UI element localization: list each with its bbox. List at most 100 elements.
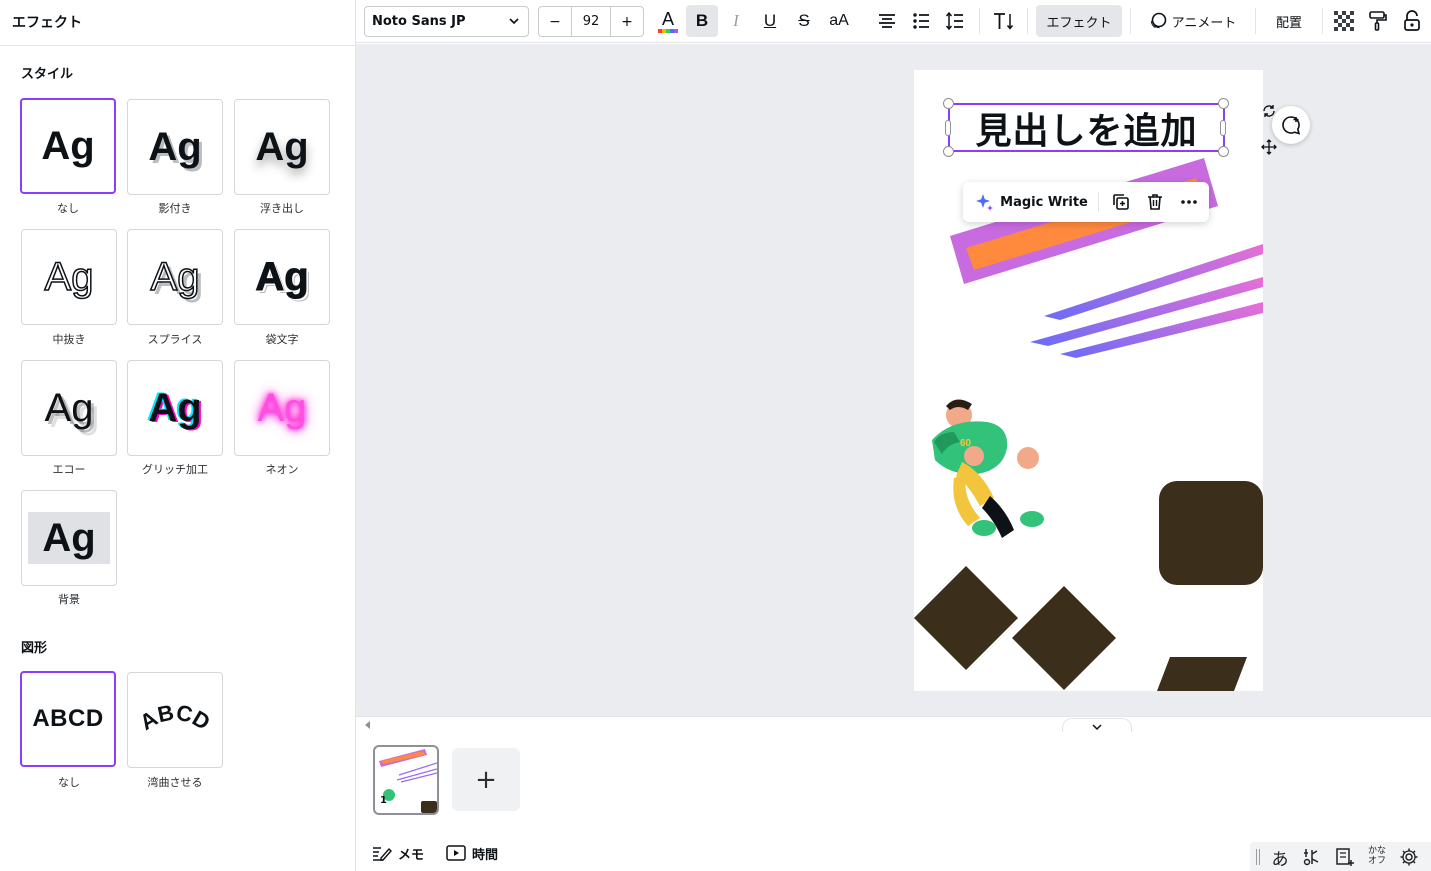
style-tile-hollow[interactable]: Ag [21,229,117,325]
animate-button[interactable]: アニメート [1140,5,1244,37]
style-tile-lift[interactable]: Ag [234,99,330,195]
ime-grip[interactable] [1259,849,1260,865]
style-preview: Ag [150,255,200,299]
effects-button[interactable]: エフェクト [1036,5,1122,37]
curved-text-preview: ABCD [135,700,214,735]
font-size-input[interactable]: 92 [571,7,611,36]
duplicate-button[interactable] [1108,182,1134,222]
position-button[interactable]: 配置 [1264,5,1314,37]
shape-preview: ABCD [32,705,104,732]
style-preview: Ag [257,386,307,430]
svg-text:A: A [662,9,674,29]
panel-header: エフェクト [0,0,355,46]
style-preview: Ag [28,512,110,564]
ime-input-mode-button[interactable]: あ [1268,845,1292,870]
toolbar-divider [1255,8,1256,34]
notes-label: メモ [398,847,425,863]
toolbar-divider [1027,8,1028,34]
style-label-shadow: 影付き [158,202,192,215]
magic-write-button[interactable]: Magic Write [971,182,1091,222]
style-preview: Ag [148,125,202,169]
vertical-text-icon [994,13,1014,30]
add-comment-button[interactable] [1272,106,1310,144]
style-tile-glitch[interactable]: Ag [127,360,223,456]
style-label-hollow: 中抜き [52,333,86,346]
duplicate-icon [1113,194,1129,210]
ime-dictionary-button[interactable] [1332,845,1358,869]
resize-handle-right[interactable] [1220,120,1226,136]
design-page[interactable]: 60 [914,70,1263,691]
resize-handle-top-right[interactable] [1218,98,1229,109]
ime-grip[interactable] [1256,849,1257,865]
copy-style-button[interactable] [1364,5,1392,37]
style-tile-splice[interactable]: Ag [127,229,223,325]
delete-button[interactable] [1142,182,1168,222]
style-tile-background[interactable]: Ag [21,490,117,586]
align-center-button[interactable] [872,5,902,37]
letter-case-button[interactable]: aA [822,5,856,37]
style-label-glitch: グリッチ加工 [142,463,208,476]
style-label-none: なし [57,202,79,215]
decrease-font-size-button[interactable]: − [539,7,571,36]
text-color-icon: A [658,9,678,33]
notes-button[interactable]: メモ [372,843,424,863]
style-label-neon: ネオン [265,463,299,476]
vertical-text-button[interactable] [989,5,1019,37]
brown-parallelogram [1157,657,1247,691]
bold-button[interactable]: B [686,5,718,37]
spacing-button[interactable] [940,5,970,37]
style-tile-outline[interactable]: Ag [234,229,330,325]
styles-section-title: スタイル [21,67,74,82]
style-tile-shadow[interactable]: Ag [127,99,223,195]
scroll-left-icon[interactable] [364,720,372,730]
resize-handle-left[interactable] [945,120,951,136]
transparency-button[interactable] [1330,5,1358,37]
resize-handle-bottom-left[interactable] [943,146,954,157]
gear-icon [1400,848,1418,866]
resize-handle-bottom-right[interactable] [1218,146,1229,157]
font-family-value: Noto Sans JP [372,14,466,29]
more-horizontal-icon [1181,200,1197,204]
style-preview: Ag [41,124,95,168]
increase-font-size-button[interactable]: + [611,7,643,36]
ime-kana-off-button[interactable]: かな オフ [1363,845,1391,869]
shapes-section-title: 図形 [21,641,48,656]
more-options-button[interactable] [1176,182,1202,222]
ime-settings-button[interactable] [1396,845,1422,869]
style-tile-echo[interactable]: Ag [21,360,117,456]
ime-tool-button[interactable] [1299,845,1325,869]
shape-tile-curve[interactable]: ABCD [127,672,223,768]
style-preview: Ag [44,255,94,299]
add-page-button[interactable]: + [452,748,520,811]
move-button[interactable] [1259,137,1279,157]
lock-button[interactable] [1398,5,1426,37]
dictionary-add-icon [1336,848,1354,866]
brown-diamond [914,566,1018,670]
text-color-button[interactable]: A [652,5,684,37]
font-family-dropdown[interactable]: Noto Sans JP [364,6,529,37]
page-thumbnail[interactable]: 1 [373,745,439,815]
style-tile-none[interactable]: Ag [20,98,116,194]
horizontal-scrollbar[interactable] [356,716,1431,732]
toolbar-divider [1322,8,1323,34]
underline-button[interactable]: U [754,5,786,37]
shape-tile-none[interactable]: ABCD [20,671,116,767]
football-player-illustration: 60 [932,399,1044,538]
align-center-icon [879,14,895,28]
trash-icon [1148,194,1162,210]
resize-handle-top-left[interactable] [943,98,954,109]
list-button[interactable] [906,5,936,37]
strikethrough-button[interactable]: S [788,5,820,37]
timing-button[interactable]: 時間 [446,843,498,863]
element-context-menu: Magic Write [963,182,1209,222]
svg-text:60: 60 [960,438,972,449]
selected-heading-textbox[interactable]: 見出しを追加 [948,103,1225,152]
style-preview: Ag [255,125,309,169]
chevron-down-icon [509,18,519,25]
italic-button[interactable]: I [720,5,752,37]
heading-text: 見出しを追加 [975,110,1198,152]
chevron-down-icon [1092,723,1102,730]
style-tile-neon[interactable]: Ag [234,360,330,456]
line-spacing-icon [945,11,963,31]
notes-icon [373,847,392,861]
